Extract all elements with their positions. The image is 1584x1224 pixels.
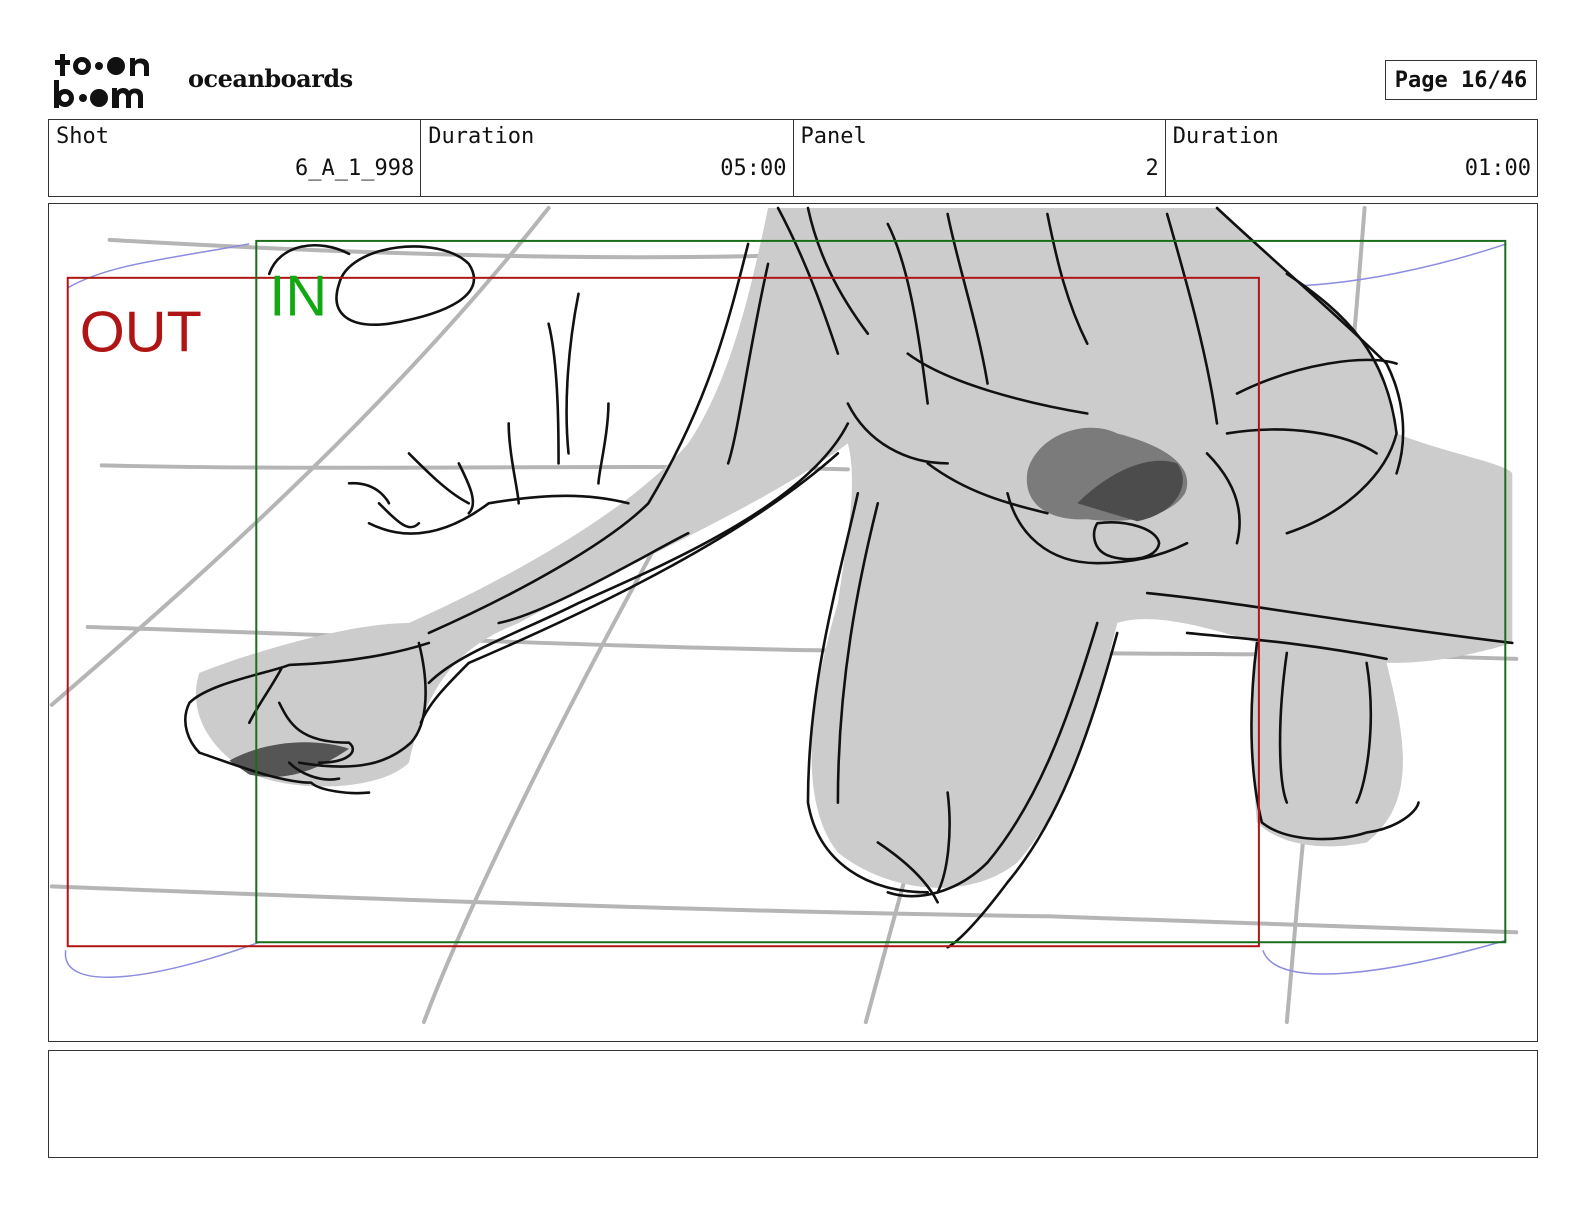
shot-info-table: Shot 6_A_1_998 Duration 05:00 Panel 2 Du…: [48, 119, 1538, 197]
project-name: oceanboards: [188, 64, 353, 93]
shot-duration-cell: Duration 05:00: [421, 120, 794, 196]
shot-label: Shot: [56, 124, 109, 149]
toon-boom-logo-icon: [54, 54, 149, 108]
shot-cell: Shot 6_A_1_998: [49, 120, 422, 196]
panel-notes-box: [48, 1050, 1538, 1158]
panel-cell: Panel 2: [794, 120, 1166, 196]
panel-label: Panel: [800, 124, 867, 149]
shot-duration-label: Duration: [428, 124, 535, 149]
toon-boom-logo: [52, 50, 164, 112]
panel-duration-value: 01:00: [1464, 156, 1531, 181]
storyboard-panel: OUT IN: [48, 203, 1538, 1042]
panel-value: 2: [1145, 156, 1159, 181]
out-label: OUT: [80, 301, 202, 365]
shot-duration-value: 05:00: [720, 156, 787, 181]
character-fill: [195, 207, 1513, 888]
panel-duration-label: Duration: [1172, 124, 1279, 149]
shot-value: 6_A_1_998: [295, 156, 415, 181]
panel-duration-cell: Duration 01:00: [1166, 120, 1537, 196]
storyboard-sketch: OUT IN: [49, 205, 1519, 1025]
page-number: Page 16/46: [1385, 60, 1537, 100]
in-label: IN: [269, 265, 327, 329]
